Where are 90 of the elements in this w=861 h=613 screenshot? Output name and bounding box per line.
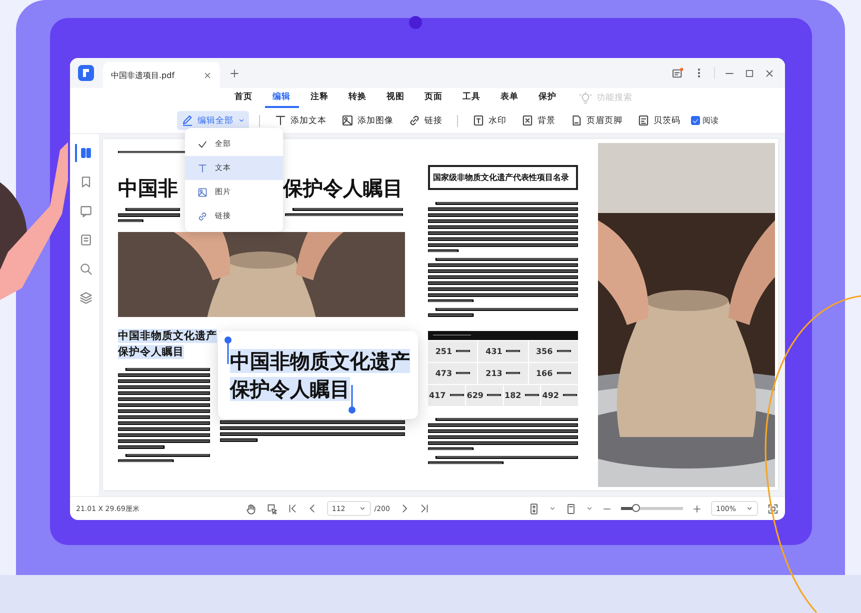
label-drawing <box>456 372 470 374</box>
text-icon <box>197 162 208 174</box>
stat-number: 251 <box>435 346 452 356</box>
first-page-icon[interactable] <box>286 503 298 514</box>
pen-icon <box>180 114 194 127</box>
stat-number: 213 <box>486 368 502 378</box>
search-field[interactable]: 功能搜索 <box>594 92 664 104</box>
caret-icon[interactable] <box>586 505 593 512</box>
menu-tab[interactable]: 转换 <box>340 88 374 108</box>
menu-tab[interactable]: 页面 <box>416 88 450 108</box>
stat-number: 473 <box>435 368 452 378</box>
caret-icon <box>238 117 244 124</box>
attachment-icon <box>78 233 92 247</box>
edit-all-dropdown[interactable]: 编辑全部 <box>176 111 248 130</box>
toolbar-button[interactable]: 页眉页脚 <box>566 111 626 130</box>
header-footer-icon <box>570 114 582 127</box>
selection-handle-icon[interactable] <box>348 385 356 415</box>
label-drawing <box>487 394 502 396</box>
check-icon <box>197 138 208 150</box>
layers-icon <box>78 291 92 305</box>
document-title: 保护令人瞩目 <box>283 175 403 202</box>
stat-number: 356 <box>536 346 553 356</box>
label-drawing <box>556 372 571 374</box>
stat-number: 492 <box>542 390 559 400</box>
document-icon <box>636 114 650 127</box>
selected-text[interactable]: 保护令人瞩目 <box>230 377 350 401</box>
menu-tab[interactable]: 保护 <box>530 88 564 108</box>
toolbar-button[interactable]: 链接 <box>404 111 446 130</box>
select-icon[interactable] <box>266 502 278 514</box>
checkbox[interactable] <box>690 116 700 125</box>
stat-number: 182 <box>504 390 522 400</box>
link-icon <box>408 114 420 127</box>
label-drawing <box>506 350 520 352</box>
stat-number: 166 <box>536 368 553 378</box>
watermark-icon <box>472 114 484 127</box>
toolbar-button[interactable]: 添加文本 <box>270 111 330 130</box>
section-heading: 国家级非物质文化遗产代表性项目名录 <box>428 165 578 190</box>
menu-tab[interactable]: 编辑 <box>264 88 298 108</box>
label-drawing <box>450 394 464 396</box>
message-icon[interactable] <box>671 66 684 80</box>
stat-number: 431 <box>486 346 502 356</box>
last-page-icon[interactable] <box>418 503 430 514</box>
label-drawing <box>556 350 571 352</box>
label-drawing <box>562 394 577 396</box>
hand-icon[interactable] <box>244 502 257 514</box>
label-drawing <box>456 350 470 352</box>
document-tab[interactable]: 中国非遗项目.pdf <box>103 62 220 88</box>
tab-title: 中国非遗项目.pdf <box>111 70 175 80</box>
caret-icon[interactable] <box>548 505 556 512</box>
lightbulb-icon <box>578 92 592 104</box>
zoom-slider[interactable] <box>620 507 683 510</box>
menu-tab[interactable]: 首页 <box>226 88 260 108</box>
caret-icon <box>359 505 366 512</box>
image-icon <box>340 114 354 127</box>
menu-tab[interactable]: 视图 <box>378 88 412 108</box>
app-logo-icon <box>78 65 94 81</box>
selected-text[interactable]: 中国非物质文化遗产 <box>230 349 410 373</box>
maximize-icon[interactable] <box>744 68 755 78</box>
checkbox-label[interactable]: 阅读 <box>702 115 718 126</box>
menu-tab[interactable]: 工具 <box>454 88 488 108</box>
label-drawing <box>525 394 540 396</box>
caret-icon <box>746 505 753 512</box>
selection-handle-icon[interactable] <box>224 336 232 364</box>
menu-tab[interactable]: 注释 <box>302 88 336 108</box>
fullscreen-icon[interactable] <box>767 502 779 514</box>
section-heading: 中国非物质文化遗产 <box>118 329 217 344</box>
background-icon <box>520 114 534 127</box>
document-title: 中国非 <box>118 175 178 202</box>
stat-number: 417 <box>429 390 446 400</box>
section-heading: 保护令人瞩目 <box>118 345 184 360</box>
text-icon <box>274 114 286 127</box>
image-icon <box>197 186 208 198</box>
link-icon <box>197 210 208 222</box>
zoom-in-icon[interactable] <box>692 504 702 514</box>
toolbar-button[interactable]: 添加图像 <box>336 111 398 130</box>
toolbar-button[interactable]: 贝茨码 <box>632 111 684 130</box>
menu-tab[interactable]: 表单 <box>492 88 526 108</box>
single-page-icon[interactable] <box>564 502 577 514</box>
search-icon <box>78 262 92 276</box>
panels-icon <box>78 146 92 160</box>
new-tab-icon[interactable] <box>228 68 240 78</box>
toolbar-button[interactable]: 背景 <box>516 111 560 130</box>
close-icon[interactable] <box>764 68 775 78</box>
paragraph-drawing <box>118 208 180 222</box>
label-drawing <box>506 372 520 374</box>
fit-page-icon[interactable] <box>528 502 540 514</box>
close-icon[interactable] <box>202 70 212 80</box>
comment-icon <box>78 204 92 218</box>
stat-number: 629 <box>466 390 484 400</box>
toolbar-button[interactable]: 水印 <box>468 111 510 130</box>
